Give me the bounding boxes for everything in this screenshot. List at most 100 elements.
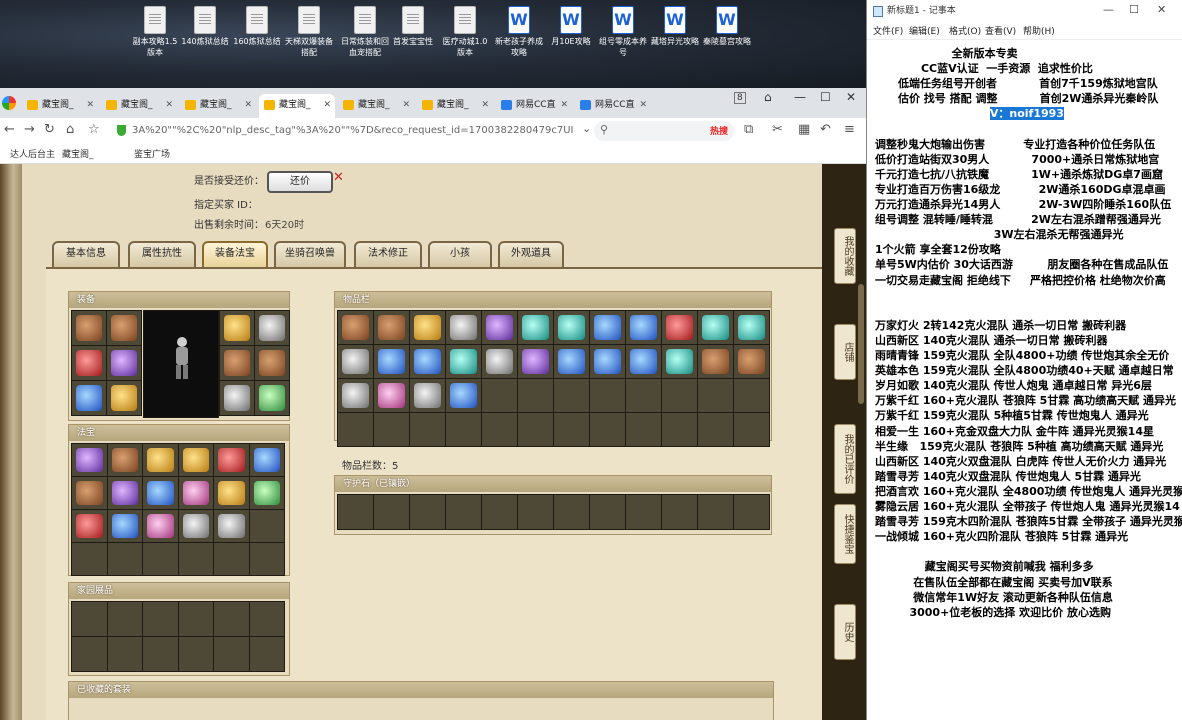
tab-close-icon[interactable]: ✕: [244, 94, 252, 116]
dropdown-chevron-icon[interactable]: ⌄: [582, 122, 591, 135]
tab-count-badge[interactable]: 8: [734, 92, 746, 104]
empty-slot[interactable]: [143, 602, 178, 636]
scrollbar[interactable]: [858, 284, 864, 404]
desktop-file-icon[interactable]: W 组号零成本养号: [598, 6, 648, 58]
item-slot[interactable]: [662, 311, 697, 344]
desktop-file-icon[interactable]: W 新老孩子养成攻略: [494, 6, 544, 58]
item-slot[interactable]: [590, 345, 625, 378]
item-slot[interactable]: [72, 311, 106, 345]
empty-slot[interactable]: [482, 495, 517, 529]
desktop-file-icon[interactable]: W 藏塔异光攻略: [650, 6, 700, 47]
empty-slot[interactable]: [143, 637, 178, 671]
empty-slot[interactable]: [107, 602, 142, 636]
item-slot[interactable]: [72, 346, 106, 380]
tab-close-icon[interactable]: ✕: [86, 94, 94, 116]
item-slot[interactable]: [72, 444, 107, 476]
item-slot[interactable]: [143, 477, 178, 509]
page-tab[interactable]: 小孩: [428, 241, 492, 267]
item-slot[interactable]: [698, 345, 733, 378]
empty-slot[interactable]: [698, 413, 733, 446]
minimize-icon[interactable]: —: [794, 90, 806, 104]
empty-slot[interactable]: [734, 379, 769, 412]
close-icon[interactable]: ✕: [1157, 3, 1166, 16]
close-icon[interactable]: ✕: [846, 90, 856, 104]
empty-slot[interactable]: [72, 602, 107, 636]
browser-tab[interactable]: 藏宝阁_ ✕: [338, 94, 414, 118]
desktop-file-icon[interactable]: W 月10E攻略: [546, 6, 596, 47]
page-tab[interactable]: 法术修正: [354, 241, 422, 267]
side-tab[interactable]: 店铺: [834, 324, 856, 380]
browser-logo-icon[interactable]: [2, 96, 16, 110]
empty-slot[interactable]: [626, 495, 661, 529]
empty-slot[interactable]: [249, 543, 284, 575]
empty-slot[interactable]: [734, 495, 769, 529]
empty-slot[interactable]: [590, 379, 625, 412]
item-slot[interactable]: [178, 510, 213, 542]
browser-tab[interactable]: 网易CC直 ✕: [575, 94, 651, 118]
item-slot[interactable]: [107, 346, 141, 380]
browser-tab[interactable]: 藏宝阁_ ✕: [180, 94, 256, 118]
menu-item[interactable]: 帮助(H): [1023, 24, 1055, 37]
empty-slot[interactable]: [214, 637, 249, 671]
empty-slot[interactable]: [662, 413, 697, 446]
item-slot[interactable]: [626, 311, 661, 344]
empty-slot[interactable]: [662, 495, 697, 529]
item-slot[interactable]: [72, 477, 107, 509]
empty-slot[interactable]: [338, 413, 373, 446]
browser-tab[interactable]: 藏宝阁_ ✕: [22, 94, 98, 118]
empty-slot[interactable]: [518, 413, 553, 446]
reload-icon[interactable]: ↻: [44, 122, 55, 137]
empty-slot[interactable]: [72, 637, 107, 671]
menu-item[interactable]: 编辑(E): [909, 24, 940, 37]
tab-close-icon[interactable]: ✕: [165, 94, 173, 116]
item-slot[interactable]: [734, 311, 769, 344]
browser-tab[interactable]: 藏宝阁_ ✕: [101, 94, 177, 118]
item-slot[interactable]: [734, 345, 769, 378]
empty-slot[interactable]: [446, 413, 481, 446]
bookmark-star-icon[interactable]: ☆: [88, 122, 100, 137]
item-slot[interactable]: [107, 510, 142, 542]
empty-slot[interactable]: [107, 543, 142, 575]
browser-tab[interactable]: 网易CC直 ✕: [496, 94, 572, 118]
home-icon[interactable]: ⌂: [66, 122, 74, 137]
item-slot[interactable]: [249, 444, 284, 476]
search-box[interactable]: ⚲ 热搜: [594, 121, 734, 141]
counter-offer-button[interactable]: 还价: [267, 171, 333, 193]
item-slot[interactable]: [255, 381, 289, 415]
empty-slot[interactable]: [410, 495, 445, 529]
desktop-file-icon[interactable]: 副本攻略1.5版本: [130, 6, 180, 58]
item-slot[interactable]: [446, 345, 481, 378]
tab-close-icon[interactable]: ✕: [323, 94, 331, 116]
pin-icon[interactable]: ⌂: [764, 90, 772, 104]
grid-icon[interactable]: ▦: [798, 122, 810, 137]
item-slot[interactable]: [590, 311, 625, 344]
item-slot[interactable]: [410, 345, 445, 378]
empty-slot[interactable]: [249, 602, 284, 636]
empty-slot[interactable]: [446, 495, 481, 529]
item-slot[interactable]: [626, 345, 661, 378]
item-slot[interactable]: [72, 381, 106, 415]
tab-close-icon[interactable]: ✕: [402, 94, 410, 116]
empty-slot[interactable]: [72, 543, 107, 575]
page-tab[interactable]: 装备法宝: [202, 241, 268, 267]
empty-slot[interactable]: [249, 510, 284, 542]
item-slot[interactable]: [518, 311, 553, 344]
item-slot[interactable]: [374, 311, 409, 344]
item-slot[interactable]: [482, 311, 517, 344]
page-tab[interactable]: 外观道具: [498, 241, 564, 267]
page-tab[interactable]: 坐骑召唤兽: [274, 241, 346, 267]
item-slot[interactable]: [255, 311, 289, 345]
item-slot[interactable]: [143, 444, 178, 476]
url-field[interactable]: 3A%20""%2C%20"nlp_desc_tag"%3A%20""%7D&r…: [132, 122, 582, 140]
item-slot[interactable]: [72, 510, 107, 542]
empty-slot[interactable]: [178, 602, 213, 636]
bookmark-item[interactable]: 藏宝阁_: [62, 147, 94, 160]
minimize-icon[interactable]: —: [1103, 3, 1114, 16]
side-tab[interactable]: 快捷鉴宝: [834, 504, 856, 564]
item-slot[interactable]: [482, 345, 517, 378]
desktop-file-icon[interactable]: 日常炼装和回血宠搭配: [340, 6, 390, 58]
empty-slot[interactable]: [734, 413, 769, 446]
extension-icon[interactable]: ⧉: [744, 122, 753, 137]
undo-icon[interactable]: ↶: [820, 122, 831, 137]
item-slot[interactable]: [662, 345, 697, 378]
